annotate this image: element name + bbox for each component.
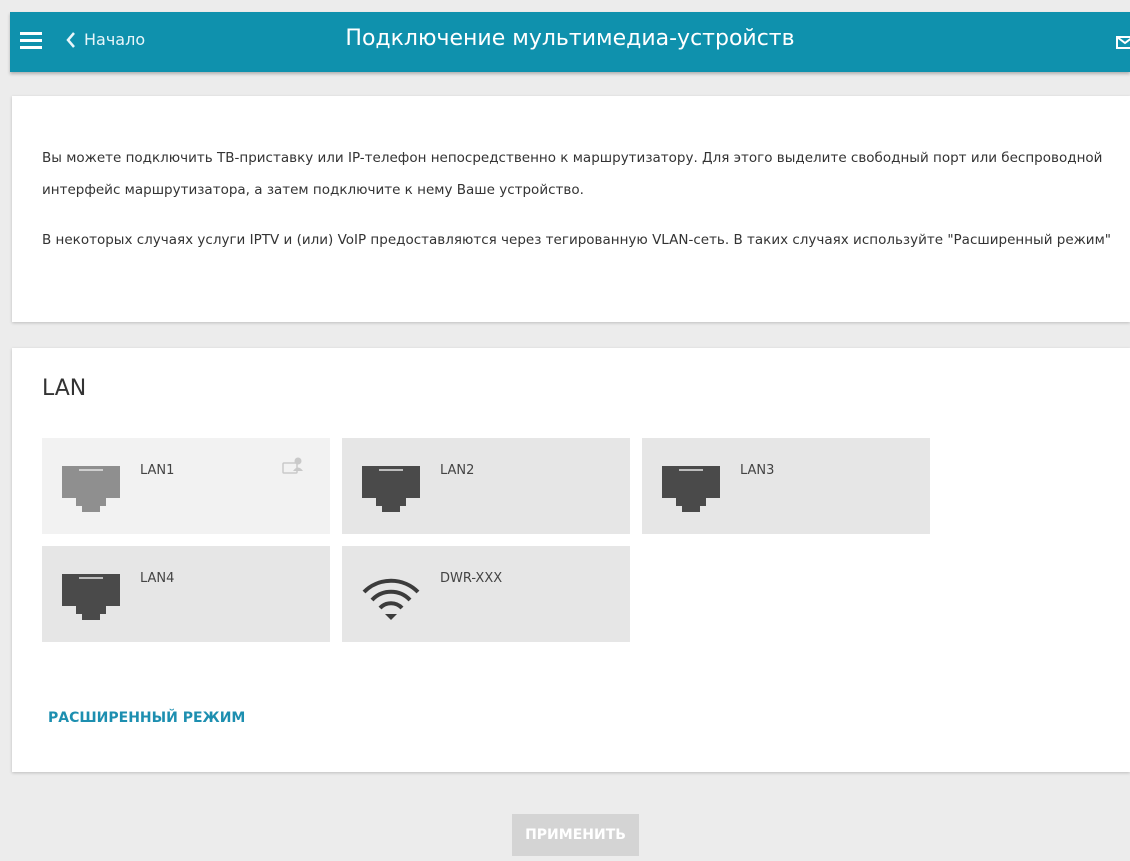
ethernet-port-icon bbox=[62, 466, 120, 512]
port-label: LAN1 bbox=[140, 463, 175, 478]
lan-section-title: LAN bbox=[42, 376, 87, 401]
port-label: LAN3 bbox=[740, 463, 775, 478]
port-label: LAN2 bbox=[440, 463, 475, 478]
apply-button[interactable]: ПРИМЕНИТЬ bbox=[512, 814, 639, 856]
ethernet-port-icon bbox=[662, 466, 720, 512]
ethernet-port-icon bbox=[362, 466, 420, 512]
advanced-mode-link[interactable]: РАСШИРЕННЫЙ РЕЖИМ bbox=[48, 710, 245, 726]
port-lan3[interactable]: LAN3 bbox=[642, 438, 930, 534]
port-label: LAN4 bbox=[140, 571, 175, 586]
wifi-icon bbox=[362, 578, 420, 620]
port-dwr-xxx[interactable]: DWR-XXX bbox=[342, 546, 630, 642]
port-lan4[interactable]: LAN4 bbox=[42, 546, 330, 642]
port-lan2[interactable]: LAN2 bbox=[342, 438, 630, 534]
info-paragraph-1: Вы можете подключить ТВ-приставку или IP… bbox=[42, 150, 1103, 198]
info-paragraph-2: В некоторых случаях услуги IPTV и (или) … bbox=[42, 232, 1111, 248]
page-title: Подключение мультимедиа-устройств bbox=[345, 26, 795, 51]
top-bar: Начало Подключение мультимедиа-устройств bbox=[10, 12, 1130, 72]
port-lan1[interactable]: LAN1 bbox=[42, 438, 330, 534]
lan-card: LAN LAN1 LAN2 LAN3 LAN4 DWR-XXX РАСШИРЕН… bbox=[12, 348, 1130, 772]
ethernet-port-icon bbox=[62, 574, 120, 620]
pc-user-icon bbox=[282, 457, 303, 474]
info-card: Вы можете подключить ТВ-приставку или IP… bbox=[12, 96, 1130, 322]
port-label: DWR-XXX bbox=[440, 571, 503, 586]
envelope-icon[interactable] bbox=[1116, 34, 1130, 50]
